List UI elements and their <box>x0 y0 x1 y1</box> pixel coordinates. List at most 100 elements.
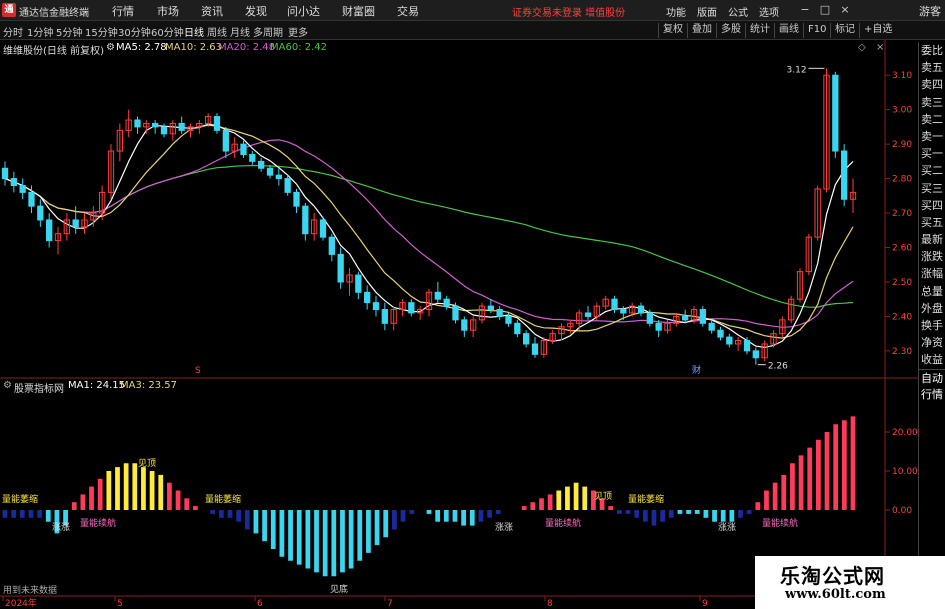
trade-login-notice[interactable]: 证券交易未登录 增值股份 <box>512 4 625 19</box>
side-item-19[interactable]: 自动 <box>919 368 945 386</box>
restore-icon[interactable]: □ <box>818 3 832 17</box>
side-item-1[interactable]: 卖五 <box>919 59 945 76</box>
tool-mark[interactable]: 标记 <box>830 23 855 38</box>
candle-body <box>717 329 724 338</box>
ma60-line <box>4 164 854 308</box>
minimize-icon[interactable]: − <box>798 3 812 17</box>
menu-formula[interactable]: 公式 <box>728 4 748 19</box>
candle-body <box>505 315 512 324</box>
side-item-5[interactable]: 卖一 <box>919 128 945 145</box>
side-item-10[interactable]: 买五 <box>919 214 945 231</box>
settings-icon[interactable]: ⚙ <box>106 42 115 53</box>
tool-multi-stock[interactable]: 多股 <box>716 23 741 38</box>
sub-tick-label: 20.00 <box>892 428 918 438</box>
side-item-18[interactable]: 收益 <box>919 351 945 368</box>
candle-body <box>832 74 839 152</box>
side-item-13[interactable]: 涨幅 <box>919 265 945 282</box>
candle-body <box>72 219 79 228</box>
price-tick-label: 3.10 <box>892 71 912 81</box>
period-weekly[interactable]: 周线 <box>207 24 227 39</box>
time-tick-label: 9 <box>702 599 708 609</box>
menu-discover[interactable]: 发现 <box>245 3 267 19</box>
candle-body <box>302 205 309 235</box>
side-item-12[interactable]: 涨跌 <box>919 248 945 265</box>
marker-finance: 财 <box>692 364 701 376</box>
tool-adjust[interactable]: 复权 <box>658 23 683 38</box>
indicator-title[interactable]: 股票指标网 <box>14 380 64 395</box>
tool-add-watchlist[interactable]: +自选 <box>859 23 892 38</box>
kline-chart[interactable]: 3.10 3.00 2.90 2.80 2.70 2.60 2.50 2.40 2.30 3.12… <box>0 40 918 609</box>
side-item-8[interactable]: 买三 <box>919 180 945 197</box>
candle-body <box>134 119 141 128</box>
side-item-15[interactable]: 外盘 <box>919 300 945 317</box>
side-item-2[interactable]: 卖四 <box>919 76 945 93</box>
candle-body <box>646 312 653 324</box>
side-item-6[interactable]: 买一 <box>919 145 945 162</box>
tool-stats[interactable]: 统计 <box>745 23 770 38</box>
sub-chart-header: ⚙ 股票指标网 MA1: 24.15 MA3: 23.57 <box>0 379 890 395</box>
candle-body <box>523 333 530 345</box>
candle-body <box>266 167 274 176</box>
candle-body <box>620 309 627 314</box>
menu-layout[interactable]: 版面 <box>697 4 717 19</box>
period-monthly[interactable]: 月线 <box>230 24 250 39</box>
candle-body <box>319 219 327 238</box>
high-label: 3.12 <box>787 65 807 75</box>
diamond-icon[interactable]: ◇ <box>858 42 866 53</box>
side-item-0[interactable]: 委比 <box>919 42 945 59</box>
watermark: 乐淘公式网 www.60lt.com <box>755 556 945 609</box>
side-item-14[interactable]: 总量 <box>919 283 945 300</box>
candle-body <box>682 315 689 321</box>
tool-overlay[interactable]: 叠加 <box>687 23 712 38</box>
time-tick-label: 8 <box>547 599 553 609</box>
low-label: 2.26 <box>768 362 788 372</box>
period-more[interactable]: 更多 <box>288 24 308 39</box>
close-panel-icon[interactable]: × <box>876 42 884 53</box>
period-timeshare[interactable]: 分时 <box>3 24 23 39</box>
side-item-7[interactable]: 买二 <box>919 162 945 179</box>
period-1min[interactable]: 1分钟 <box>27 24 53 39</box>
side-item-4[interactable]: 卖二 <box>919 111 945 128</box>
ma20-label: MA20: 2.48 <box>218 42 276 53</box>
side-item-11[interactable]: 最新 <box>919 231 945 248</box>
stock-title[interactable]: 维维股份(日线 前复权) <box>3 42 104 57</box>
menu-quotes[interactable]: 行情 <box>112 3 134 19</box>
annotation-continue: 量能续航 <box>545 517 581 529</box>
annotation-continue: 量能续航 <box>80 517 116 529</box>
annotation-continue: 量能续航 <box>762 517 798 529</box>
annotation-surge: 涨涨 <box>495 522 513 533</box>
candle-body <box>355 274 362 293</box>
candle-body <box>611 298 618 311</box>
settings-icon[interactable]: ⚙ <box>3 380 12 391</box>
candle-body <box>249 153 256 162</box>
menu-assistant[interactable]: 问小达 <box>287 3 320 19</box>
candle-body <box>10 178 17 186</box>
menu-function[interactable]: 功能 <box>666 4 686 19</box>
menu-trade[interactable]: 交易 <box>397 3 419 19</box>
side-item-16[interactable]: 换手 <box>919 317 945 334</box>
period-15min[interactable]: 15分钟 <box>85 24 118 39</box>
menu-options[interactable]: 选项 <box>759 4 779 19</box>
close-icon[interactable]: × <box>838 3 852 17</box>
candle-body <box>452 305 459 321</box>
guest-user[interactable]: 游客 <box>919 3 941 19</box>
ma10-label: MA10: 2.63 <box>165 42 223 53</box>
side-item-9[interactable]: 买四 <box>919 197 945 214</box>
menu-market[interactable]: 市场 <box>157 3 179 19</box>
side-item-20[interactable]: 行情 <box>919 386 945 403</box>
candle-body <box>726 336 733 345</box>
period-multi[interactable]: 多周期 <box>253 24 283 39</box>
candle-body <box>461 319 468 331</box>
candle-body <box>655 322 662 331</box>
period-30min[interactable]: 30分钟 <box>118 24 151 39</box>
period-5min[interactable]: 5分钟 <box>56 24 82 39</box>
side-item-3[interactable]: 卖三 <box>919 94 945 111</box>
period-60min[interactable]: 60分钟 <box>151 24 184 39</box>
side-item-17[interactable]: 净资 <box>919 334 945 351</box>
menu-wealth[interactable]: 财富圈 <box>342 3 375 19</box>
menu-news[interactable]: 资讯 <box>201 3 223 19</box>
tool-draw[interactable]: 画线 <box>774 23 799 38</box>
price-tick-label: 2.60 <box>892 244 912 254</box>
period-daily[interactable]: 日线 <box>184 24 204 39</box>
tool-f10[interactable]: F10 <box>803 23 826 38</box>
